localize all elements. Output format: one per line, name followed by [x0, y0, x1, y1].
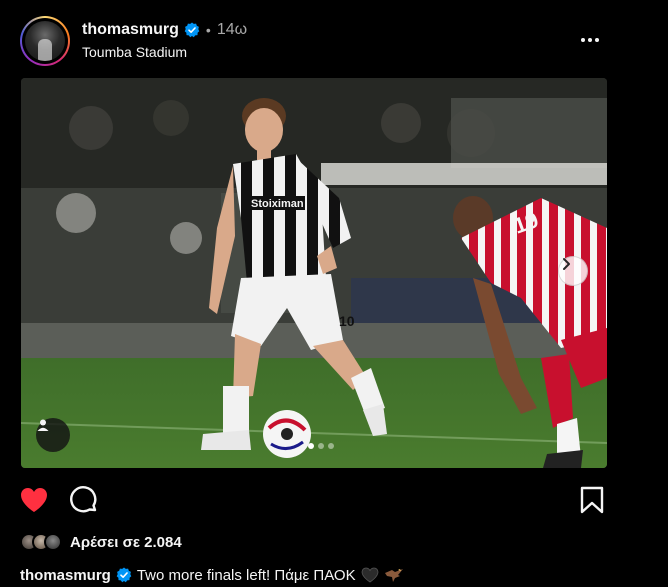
eagle-icon	[384, 567, 403, 583]
caption-username-link[interactable]: thomasmurg	[20, 567, 111, 584]
carousel-dot	[318, 443, 324, 449]
post-time[interactable]: 14ω	[217, 21, 247, 39]
carousel-indicator	[308, 443, 334, 449]
more-dot-icon	[581, 38, 585, 42]
heart-icon	[21, 488, 47, 512]
carousel-dot	[308, 443, 314, 449]
bookmark-icon	[580, 486, 604, 514]
story-ring[interactable]	[20, 16, 70, 66]
football-match-photo: Stoiximan 10 19	[21, 78, 607, 468]
caption-text: Two more finals left! Πάμε ΠΑΟΚ	[136, 566, 356, 584]
post-header: thomasmurg • 14ω Toumba Stadium	[20, 14, 610, 66]
shorts-number-text: 10	[339, 313, 355, 329]
avatar[interactable]	[25, 21, 65, 61]
like-button[interactable]	[18, 484, 50, 516]
jersey-sponsor-text: Stoiximan	[251, 198, 304, 210]
avatar-frame	[22, 18, 68, 64]
chevron-right-icon	[563, 258, 570, 270]
likes-count[interactable]: Αρέσει σε 2.084	[70, 534, 182, 551]
more-dot-icon	[588, 38, 592, 42]
separator-dot: •	[205, 22, 211, 38]
post-photo[interactable]: Stoiximan 10 19	[21, 78, 607, 468]
tagged-people-button[interactable]	[36, 418, 70, 452]
more-dot-icon	[595, 38, 599, 42]
action-bar	[20, 484, 610, 516]
save-button[interactable]	[576, 484, 608, 516]
comment-icon	[70, 486, 97, 513]
black-heart-icon	[361, 567, 379, 583]
carousel-next-button[interactable]	[558, 256, 588, 286]
verified-badge-icon	[116, 567, 132, 583]
more-options-button[interactable]	[578, 28, 602, 52]
liker-avatar	[44, 533, 62, 551]
location-link[interactable]: Toumba Stadium	[82, 44, 187, 60]
user-tag-icon	[37, 419, 49, 431]
likes-row[interactable]: Αρέσει σε 2.084	[20, 532, 182, 552]
instagram-post: thomasmurg • 14ω Toumba Stadium Stoixima…	[0, 0, 668, 587]
caption: thomasmurg Two more finals left! Πάμε ΠΑ…	[20, 565, 403, 585]
username-link[interactable]: thomasmurg	[82, 21, 179, 39]
comment-button[interactable]	[68, 484, 100, 516]
carousel-dot	[328, 443, 334, 449]
user-line: thomasmurg • 14ω	[82, 20, 247, 40]
verified-badge-icon	[184, 22, 200, 38]
